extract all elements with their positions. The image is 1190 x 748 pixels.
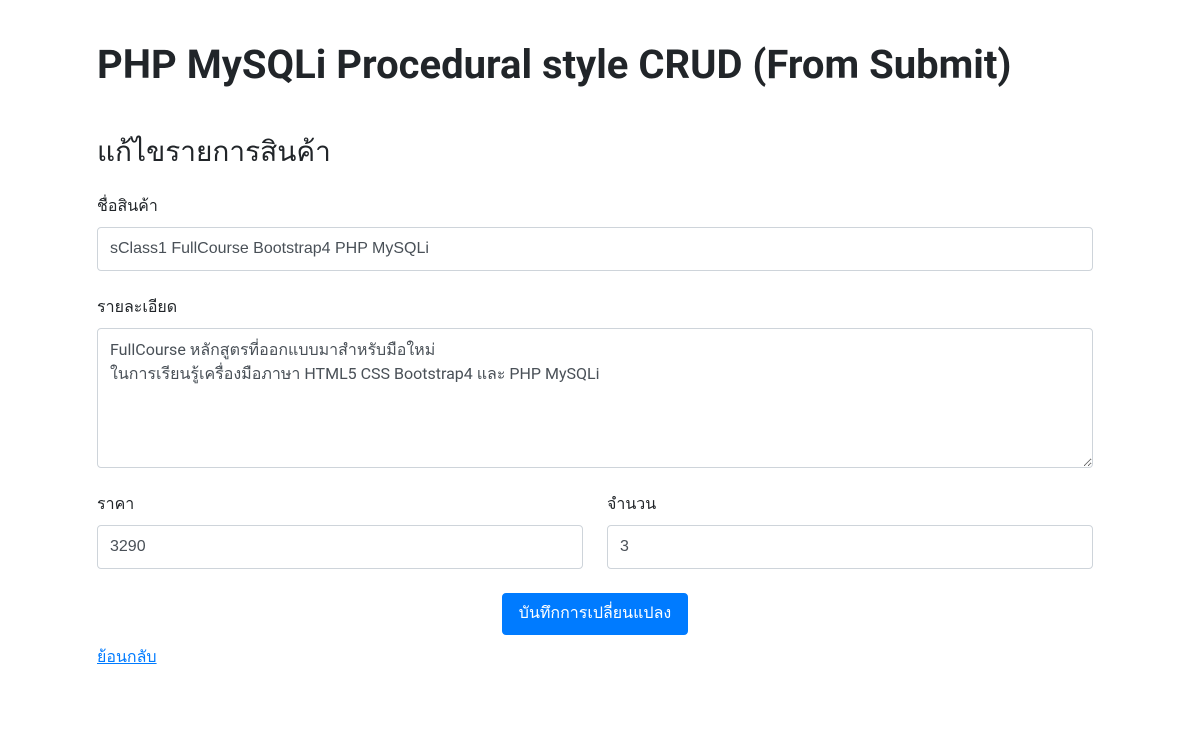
quantity-group: จำนวน [607,492,1093,569]
details-label: รายละเอียด [97,295,1093,320]
submit-button[interactable]: บันทึกการเปลี่ยนแปลง [502,593,688,635]
product-name-label: ชื่อสินค้า [97,194,1093,219]
product-name-group: ชื่อสินค้า [97,194,1093,271]
price-input[interactable] [97,525,583,569]
page-container: PHP MySQLi Procedural style CRUD (From S… [85,40,1105,670]
price-qty-row: ราคา จำนวน [97,492,1093,593]
page-title: PHP MySQLi Procedural style CRUD (From S… [97,40,1093,90]
back-link[interactable]: ย้อนกลับ [97,647,157,666]
price-label: ราคา [97,492,583,517]
details-textarea[interactable]: FullCourse หลักสูตรที่ออกแบบมาสำหรับมือใ… [97,328,1093,468]
details-group: รายละเอียด FullCourse หลักสูตรที่ออกแบบม… [97,295,1093,468]
product-name-input[interactable] [97,227,1093,271]
price-group: ราคา [97,492,583,569]
page-subheading: แก้ไขรายการสินค้า [97,130,1093,174]
submit-wrap: บันทึกการเปลี่ยนแปลง [97,593,1093,635]
quantity-label: จำนวน [607,492,1093,517]
quantity-input[interactable] [607,525,1093,569]
